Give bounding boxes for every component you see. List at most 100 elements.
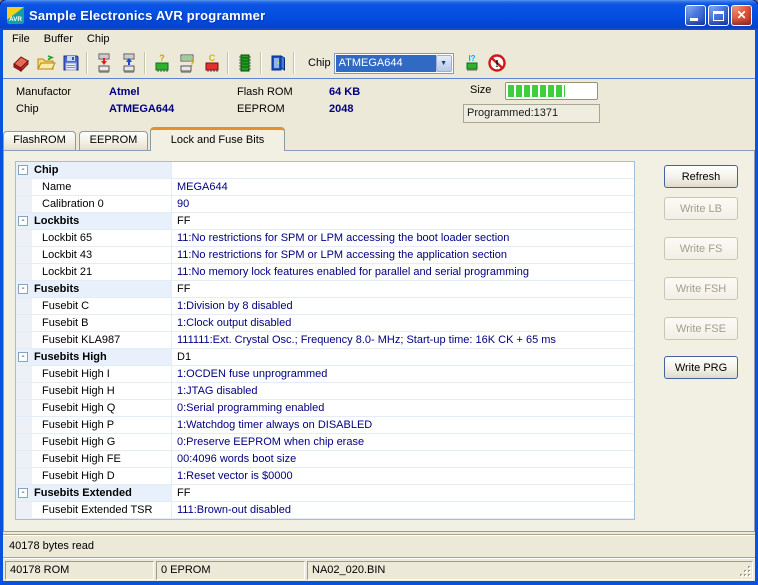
collapse-icon[interactable]: -	[18, 488, 28, 498]
table-row[interactable]: Fusebit High P1:Watchdog timer always on…	[16, 417, 634, 434]
menu-chip[interactable]: Chip	[80, 31, 117, 47]
ic-chip-icon	[235, 53, 255, 73]
row-gutter: -	[16, 213, 32, 229]
row-name: Fusebit High FE	[32, 451, 172, 467]
row-gutter	[16, 383, 32, 399]
close-button[interactable]: ✕	[731, 5, 752, 26]
tab-lock-and-fuse-bits[interactable]: Lock and Fuse Bits	[150, 127, 285, 151]
toolbar-separator	[227, 52, 229, 74]
table-row[interactable]: Fusebit High H1:JTAG disabled	[16, 383, 634, 400]
row-name: Calibration 0	[32, 196, 172, 212]
table-row[interactable]: Fusebit B1:Clock output disabled	[16, 315, 634, 332]
collapse-icon[interactable]: -	[18, 352, 28, 362]
message-bar: 40178 bytes read	[3, 534, 755, 557]
row-value: FF	[172, 281, 634, 297]
write-prg-button[interactable]: Write PRG	[664, 356, 738, 379]
tab-flashrom[interactable]: FlashROM	[3, 131, 76, 150]
chip-info-button[interactable]	[232, 51, 257, 75]
read-signature-button[interactable]: ?	[174, 51, 199, 75]
row-gutter	[16, 247, 32, 263]
app-icon: AVR	[7, 7, 24, 24]
save-file-button[interactable]	[58, 51, 83, 75]
row-value: 1:OCDEN fuse unprogrammed	[172, 366, 634, 382]
table-row[interactable]: Fusebit Extended TSR111:Brown-out disabl…	[16, 502, 634, 519]
row-gutter	[16, 179, 32, 195]
tab-eeprom[interactable]: EEPROM	[79, 131, 148, 150]
maximize-icon	[713, 11, 724, 21]
table-group-row[interactable]: -Fusebits ExtendedFF	[16, 485, 634, 502]
erase-chip-button[interactable]: C	[199, 51, 224, 75]
row-value: 111:Brown-out disabled	[172, 502, 634, 518]
verify-chip-button[interactable]: ?	[149, 51, 174, 75]
table-group-row[interactable]: -Chip	[16, 162, 634, 179]
size-progress-bar	[505, 82, 598, 100]
row-name: Fusebit High I	[32, 366, 172, 382]
table-row[interactable]: Fusebit High G0:Preserve EEPROM when chi…	[16, 434, 634, 451]
chip-selector-dropdown-button[interactable]: ▼	[436, 55, 452, 72]
manufactor-label: Manufactor	[16, 86, 71, 98]
cancel-button[interactable]: !	[485, 51, 510, 75]
table-row[interactable]: Lockbit 4311:No restrictions for SPM or …	[16, 247, 634, 264]
test-chip-button[interactable]: I?	[460, 51, 485, 75]
row-gutter: -	[16, 162, 32, 178]
menu-file[interactable]: File	[5, 31, 37, 47]
chip-selector-label: Chip	[308, 57, 331, 69]
table-row[interactable]: Fusebit C1:Division by 8 disabled	[16, 298, 634, 315]
row-value: 11:No memory lock features enabled for p…	[172, 264, 634, 280]
row-name: Fusebit KLA987	[32, 332, 172, 348]
table-group-row[interactable]: -LockbitsFF	[16, 213, 634, 230]
client-area: File Buffer Chip	[3, 30, 755, 581]
table-group-row[interactable]: -FusebitsFF	[16, 281, 634, 298]
exit-door-icon	[268, 53, 288, 73]
row-gutter: -	[16, 281, 32, 297]
maximize-button[interactable]	[708, 5, 729, 26]
row-gutter	[16, 468, 32, 484]
table-row[interactable]: Fusebit High I1:OCDEN fuse unprogrammed	[16, 366, 634, 383]
open-file-button[interactable]	[33, 51, 58, 75]
chip-erase-icon: C	[202, 53, 222, 73]
row-gutter	[16, 417, 32, 433]
table-row[interactable]: Fusebit High Q0:Serial programming enabl…	[16, 400, 634, 417]
row-value	[172, 162, 634, 178]
row-name: Name	[32, 179, 172, 195]
collapse-icon[interactable]: -	[18, 216, 28, 226]
table-row[interactable]: Calibration 090	[16, 196, 634, 213]
flash-rom-value: 64 KB	[329, 86, 360, 98]
menu-buffer[interactable]: Buffer	[37, 31, 80, 47]
table-row[interactable]: Fusebit High D1:Reset vector is $0000	[16, 468, 634, 485]
table-row[interactable]: Lockbit 6511:No restrictions for SPM or …	[16, 230, 634, 247]
collapse-icon[interactable]: -	[18, 165, 28, 175]
close-icon: ✕	[736, 8, 746, 22]
status-filename: NA02_020.BIN	[307, 561, 753, 580]
table-row[interactable]: Fusebit KLA987111111:Ext. Crystal Osc.; …	[16, 332, 634, 349]
toolbar: ? ? C	[3, 48, 755, 78]
row-value: 11:No restrictions for SPM or LPM access…	[172, 230, 634, 246]
row-gutter	[16, 451, 32, 467]
row-value: 1:Reset vector is $0000	[172, 468, 634, 484]
row-value: D1	[172, 349, 634, 365]
menu-bar: File Buffer Chip	[3, 30, 755, 48]
table-row[interactable]: Fusebit High FE00:4096 words boot size	[16, 451, 634, 468]
resize-grip-icon[interactable]	[740, 566, 752, 578]
table-row[interactable]: NameMEGA644	[16, 179, 634, 196]
row-value: 1:Division by 8 disabled	[172, 298, 634, 314]
table-row[interactable]: Lockbit 2111:No memory lock features ena…	[16, 264, 634, 281]
exit-button[interactable]	[265, 51, 290, 75]
minimize-button[interactable]	[685, 5, 706, 26]
row-value: 0:Serial programming enabled	[172, 400, 634, 416]
chip-selector-value: ATMEGA644	[336, 55, 436, 72]
erase-buffer-button[interactable]	[8, 51, 33, 75]
row-name: Lockbits	[32, 213, 172, 229]
table-group-row[interactable]: -Fusebits HighD1	[16, 349, 634, 366]
write-chip-button[interactable]	[91, 51, 116, 75]
row-name: Fusebit High D	[32, 468, 172, 484]
row-value: 1:Watchdog timer always on DISABLED	[172, 417, 634, 433]
row-value: 111111:Ext. Crystal Osc.; Frequency 8.0-…	[172, 332, 634, 348]
refresh-button[interactable]: Refresh	[664, 165, 738, 188]
row-name: Lockbit 43	[32, 247, 172, 263]
write-fsh-button: Write FSH	[664, 277, 738, 300]
read-chip-button[interactable]	[116, 51, 141, 75]
chip-selector[interactable]: ATMEGA644 ▼	[334, 53, 454, 74]
collapse-icon[interactable]: -	[18, 284, 28, 294]
row-gutter	[16, 196, 32, 212]
